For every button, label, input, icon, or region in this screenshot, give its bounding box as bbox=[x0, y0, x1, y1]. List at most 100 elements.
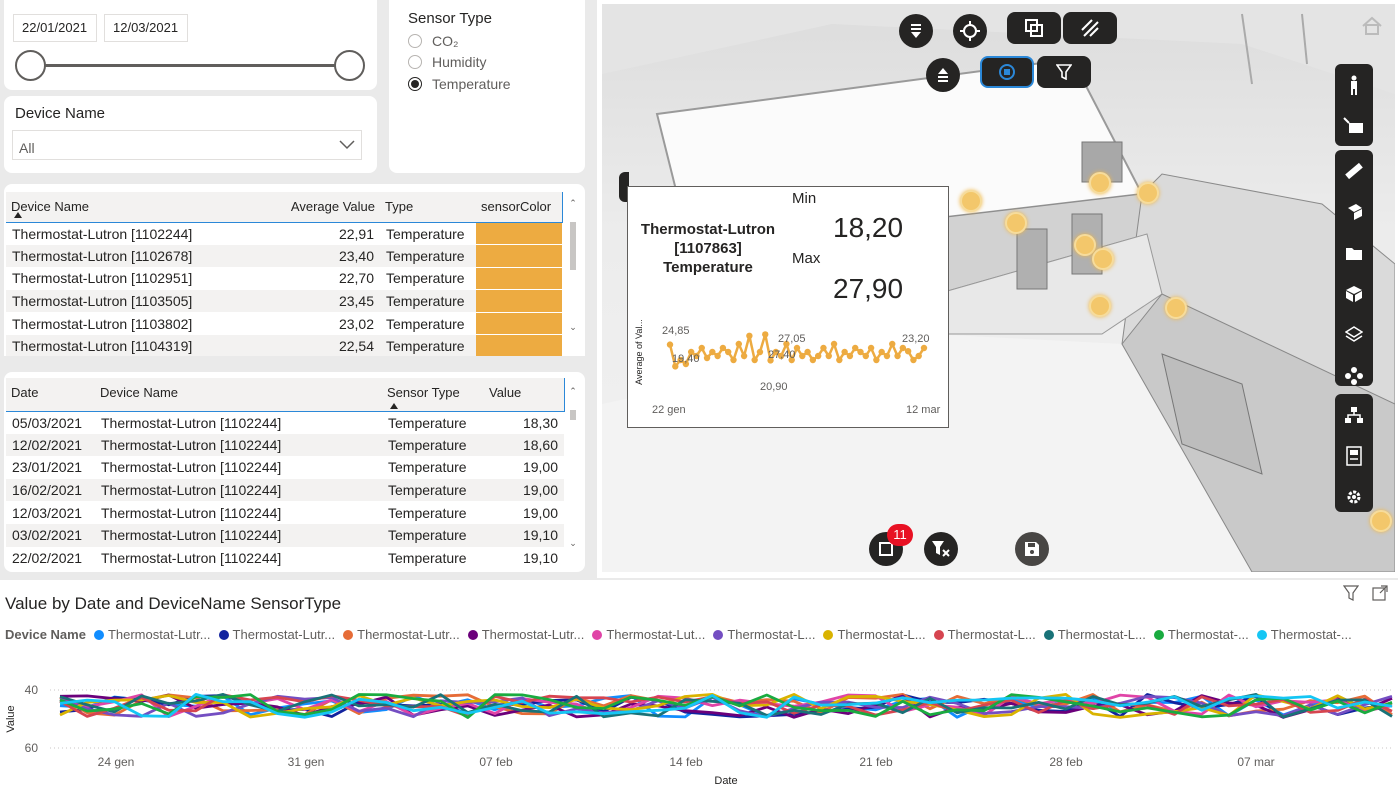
scroll-down-icon[interactable]: ⌄ bbox=[568, 538, 578, 549]
table-row[interactable]: Thermostat-Lutron [1102951] 22,70 Temperat… bbox=[6, 267, 562, 291]
table-row[interactable]: Thermostat-Lutron [1103802] 23,02 Temperat… bbox=[6, 312, 562, 336]
sensor-marker[interactable] bbox=[1370, 510, 1392, 532]
sensor-marker[interactable] bbox=[1089, 172, 1111, 194]
col-sensor-color[interactable]: sensorColor bbox=[476, 192, 562, 223]
settings-button[interactable] bbox=[1335, 476, 1373, 517]
recenter-button[interactable] bbox=[953, 14, 987, 48]
walk-mode-button[interactable] bbox=[1335, 64, 1373, 105]
col-type[interactable]: Type bbox=[380, 192, 476, 223]
measure-button[interactable] bbox=[1335, 150, 1373, 191]
value-cell: 19,00 bbox=[522, 459, 558, 476]
explode-button[interactable] bbox=[1335, 273, 1373, 314]
col-device-name[interactable]: Device Name bbox=[95, 378, 382, 412]
type-cell: Temperature bbox=[380, 334, 476, 356]
sparkline-point bbox=[714, 352, 721, 360]
sparkline-point bbox=[910, 356, 917, 364]
start-date-handle[interactable] bbox=[15, 50, 46, 81]
legend-item[interactable]: Thermostat-Lut... bbox=[592, 627, 705, 642]
scroll-down-icon[interactable]: ⌄ bbox=[568, 322, 578, 333]
legend-item[interactable]: Thermostat-L... bbox=[823, 627, 926, 642]
legend-label: Thermostat-... bbox=[1167, 627, 1249, 642]
table-row[interactable]: 05/03/2021 Thermostat-Lutron [1102244] Tem… bbox=[6, 411, 564, 434]
legend-item[interactable]: Thermostat-... bbox=[1256, 627, 1352, 642]
date-cell: 23/01/2021 bbox=[12, 459, 83, 476]
summary-scrollbar[interactable]: ⌃ ⌄ bbox=[568, 198, 578, 338]
sensor-marker[interactable] bbox=[1089, 295, 1111, 317]
radio-temperature[interactable]: Temperature bbox=[408, 76, 511, 92]
sparkline-point bbox=[756, 348, 764, 356]
level-up-button[interactable] bbox=[926, 58, 960, 92]
3d-viewer[interactable]: 11 Thermostat-Lutron [1107863] Temperatu… bbox=[597, 0, 1398, 578]
end-date-handle[interactable] bbox=[334, 50, 365, 81]
table-row[interactable]: 12/03/2021 Thermostat-Lutron [1102244] Tem… bbox=[6, 501, 564, 524]
table-row[interactable]: Thermostat-Lutron [1102678] 23,40 Temperat… bbox=[6, 244, 562, 268]
sparkline-x-end: 12 mar bbox=[906, 404, 941, 416]
xray-button[interactable] bbox=[1063, 12, 1117, 44]
table-row[interactable]: Thermostat-Lutron [1102244] 22,91 Temperat… bbox=[6, 222, 562, 246]
legend-item[interactable]: Thermostat-L... bbox=[713, 627, 815, 642]
scroll-thumb[interactable] bbox=[570, 222, 576, 270]
section-box-button[interactable] bbox=[1007, 12, 1061, 44]
table-row[interactable]: 03/02/2021 Thermostat-Lutron [1102244] Tem… bbox=[6, 523, 564, 547]
scroll-up-icon[interactable]: ⌃ bbox=[568, 386, 578, 397]
radio-temperature-label: Temperature bbox=[432, 76, 511, 92]
isolate-button[interactable] bbox=[980, 56, 1034, 88]
table-row[interactable]: 23/01/2021 Thermostat-Lutron [1102244] Tem… bbox=[6, 456, 564, 479]
device-name-cell: Thermostat-Lutron [1102678] bbox=[6, 244, 276, 268]
legend-title: Device Name bbox=[5, 627, 86, 642]
sparkline-point bbox=[857, 348, 864, 356]
radio-co2-circle[interactable] bbox=[408, 34, 422, 48]
filter-icon[interactable] bbox=[1343, 585, 1359, 601]
start-date-input[interactable]: 22/01/2021 bbox=[13, 14, 97, 42]
folder-button[interactable] bbox=[1335, 232, 1373, 273]
hierarchy-icon bbox=[1345, 406, 1363, 423]
device-name-dropdown[interactable]: All bbox=[12, 130, 362, 160]
sensor-marker[interactable] bbox=[1092, 248, 1114, 270]
legend-label: Thermostat-Lutr... bbox=[481, 627, 585, 642]
col-device-name[interactable]: Device Name bbox=[6, 192, 276, 223]
radio-co2[interactable]: CO₂ bbox=[408, 33, 458, 49]
sensor-marker[interactable] bbox=[1005, 212, 1027, 234]
legend-label: Thermostat-L... bbox=[727, 627, 816, 642]
sparkline-point bbox=[746, 332, 753, 339]
model-browser-button[interactable] bbox=[1335, 191, 1373, 232]
scroll-thumb[interactable] bbox=[570, 410, 576, 420]
legend-item[interactable]: Thermostat-Lutr... bbox=[343, 627, 460, 642]
detail-scrollbar[interactable]: ⌃ ⌄ bbox=[568, 386, 578, 554]
col-value[interactable]: Value bbox=[484, 378, 564, 412]
radio-humidity-circle[interactable] bbox=[408, 55, 422, 69]
properties-button[interactable] bbox=[1335, 435, 1373, 476]
col-date[interactable]: Date bbox=[6, 378, 95, 412]
col-average-value[interactable]: Average Value bbox=[276, 192, 380, 223]
structure-button[interactable] bbox=[1335, 394, 1373, 435]
legend-item[interactable]: Thermostat-Lutr... bbox=[93, 627, 211, 642]
clear-filter-button[interactable] bbox=[924, 532, 958, 566]
layers-button[interactable] bbox=[1335, 314, 1373, 355]
table-row[interactable]: 12/02/2021 Thermostat-Lutron [1102244] Tem… bbox=[6, 433, 564, 457]
legend-item[interactable]: Thermostat-Lutr... bbox=[467, 627, 585, 642]
table-row[interactable]: 16/02/2021 Thermostat-Lutron [1102244] Tem… bbox=[6, 478, 564, 502]
sensor-marker[interactable] bbox=[1137, 182, 1159, 204]
radio-humidity[interactable]: Humidity bbox=[408, 54, 486, 70]
table-row[interactable]: 22/02/2021 Thermostat-Lutron [1102244] Tem… bbox=[6, 547, 564, 568]
end-date-input[interactable]: 12/03/2021 bbox=[104, 14, 188, 42]
legend-item[interactable]: Thermostat-L... bbox=[933, 627, 1036, 642]
table-row[interactable]: Thermostat-Lutron [1104319] 22,54 Temperat… bbox=[6, 334, 562, 356]
legend-item[interactable]: Thermostat-L... bbox=[1043, 627, 1146, 642]
legend-item[interactable]: Thermostat-Lutr... bbox=[218, 627, 335, 642]
sensor-marker[interactable] bbox=[960, 190, 982, 212]
table-row[interactable]: Thermostat-Lutron [1103505] 23,45 Temperat… bbox=[6, 289, 562, 313]
average-value-cell: 23,40 bbox=[276, 244, 380, 268]
radio-temperature-circle[interactable] bbox=[408, 77, 422, 91]
filter-button[interactable] bbox=[1037, 56, 1091, 88]
sensor-marker[interactable] bbox=[1165, 297, 1187, 319]
level-down-button[interactable] bbox=[899, 14, 933, 48]
home-icon[interactable] bbox=[1361, 16, 1383, 36]
camera-button[interactable] bbox=[1335, 105, 1373, 146]
legend-item[interactable]: Thermostat-... bbox=[1153, 627, 1249, 642]
components-button[interactable] bbox=[1335, 355, 1373, 396]
value-cell: 19,00 bbox=[484, 478, 564, 502]
scroll-up-icon[interactable]: ⌃ bbox=[568, 198, 578, 209]
focus-mode-icon[interactable] bbox=[1372, 585, 1388, 601]
save-view-button[interactable] bbox=[1015, 532, 1049, 566]
